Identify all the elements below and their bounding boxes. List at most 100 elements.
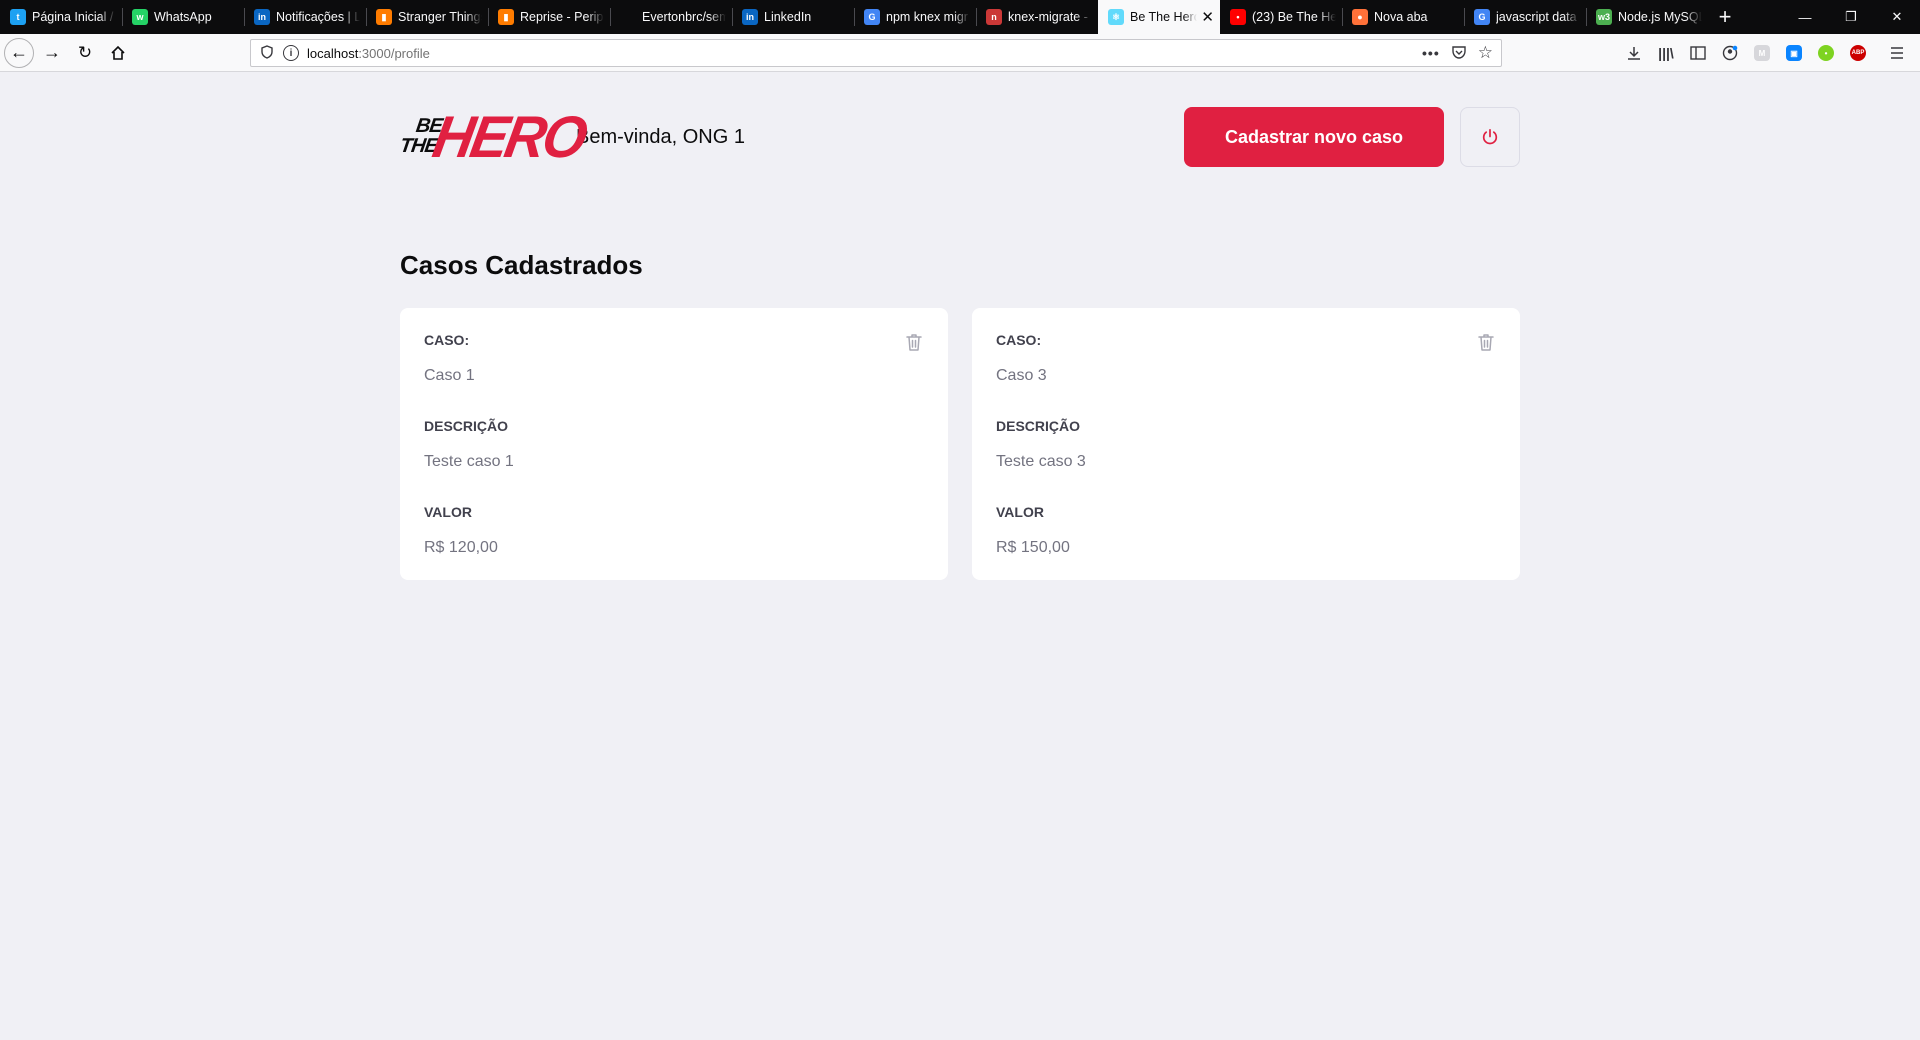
arrow-right-icon: → (43, 42, 61, 62)
browser-tab[interactable]: Gjavascript data (1464, 0, 1586, 34)
be-the-hero-logo: BE THE HERO (399, 103, 590, 169)
browser-tab-strip: t Página Inicial / w WhatsApp in Notificações… (0, 0, 1920, 34)
url-actions: ••• ☆ (1422, 43, 1493, 63)
window-controls: — ❐ ✕ (1782, 0, 1920, 34)
adblock-icon[interactable]: ABP (1842, 34, 1874, 72)
minimize-icon[interactable]: — (1782, 0, 1828, 34)
extension-green-icon[interactable]: • (1810, 34, 1842, 72)
case-list: CASO: Caso 1 DESCRIÇÃO Teste caso 1 VALO… (400, 308, 1520, 580)
account-icon[interactable] (1714, 34, 1746, 72)
address-bar[interactable]: i localhost:3000/profile ••• ☆ (250, 39, 1502, 67)
new-case-button[interactable]: Cadastrar novo caso (1184, 107, 1444, 167)
restore-icon[interactable]: ❐ (1828, 0, 1874, 34)
tab-title: LinkedIn (764, 10, 812, 24)
w3schools-icon: w3 (1596, 9, 1612, 25)
browser-tab[interactable]: w3 Node.js MySQL (1586, 0, 1708, 34)
description-label: DESCRIÇÃO (996, 418, 1081, 434)
case-description: Teste caso 3 (996, 453, 1086, 470)
toolbar-icons: |||\ M ▣ • ABP (1618, 34, 1920, 72)
forward-button[interactable]: → (37, 38, 67, 68)
menu-icon[interactable] (1874, 34, 1920, 72)
twitter-icon: t (10, 9, 26, 25)
tab-title: npm knex migr (886, 10, 968, 24)
browser-tab[interactable]: in LinkedIn (732, 0, 854, 34)
url-path: :3000/profile (358, 45, 430, 61)
page-title: Casos Cadastrados (400, 250, 643, 280)
firefox-icon: ● (1352, 9, 1368, 25)
bookmark-star-icon[interactable]: ☆ (1478, 43, 1493, 63)
close-window-icon[interactable]: ✕ (1874, 0, 1920, 34)
tab-title: Notificações | L (276, 10, 360, 24)
extension-m-icon[interactable]: M (1746, 34, 1778, 72)
value-label: VALOR (424, 504, 472, 520)
home-icon (111, 45, 125, 60)
browser-tab[interactable]: • (23) Be The Her (1220, 0, 1342, 34)
browser-tab[interactable]: ⚛ Be The Hero ✕ (1098, 0, 1220, 34)
case-label: CASO: (996, 332, 1042, 348)
logout-button[interactable] (1460, 107, 1520, 167)
browser-tab[interactable]: n knex-migrate - (976, 0, 1098, 34)
profile-page: BE THE HERO Bem-vinda, ONG 1 Cadastrar n… (0, 73, 1920, 1040)
youtube-icon: • (1230, 9, 1246, 25)
sidebar-icon[interactable] (1682, 34, 1714, 72)
tab-list: t Página Inicial / w WhatsApp in Notificações… (0, 0, 1708, 34)
page-actions-icon[interactable]: ••• (1422, 45, 1440, 61)
google-icon: G (1474, 9, 1490, 25)
github-icon (620, 9, 636, 25)
tab-title: Stranger Things (398, 10, 482, 24)
tab-title: Página Inicial / (32, 10, 114, 24)
trash-icon[interactable] (1476, 332, 1496, 352)
new-tab-button[interactable]: + (1708, 0, 1742, 34)
case-title: Caso 1 (424, 367, 475, 384)
linkedin-icon: in (742, 9, 758, 25)
welcome-message: Bem-vinda, ONG 1 (576, 125, 745, 148)
extension-blue-icon[interactable]: ▣ (1778, 34, 1810, 72)
browser-tab[interactable]: in Notificações | L (244, 0, 366, 34)
case-card: CASO: Caso 3 DESCRIÇÃO Teste caso 3 VALO… (972, 308, 1520, 580)
case-title: Caso 3 (996, 367, 1047, 384)
download-icon[interactable] (1618, 34, 1650, 72)
library-icon[interactable]: |||\ (1650, 34, 1682, 72)
browser-tab[interactable]: Gnpm knex migr (854, 0, 976, 34)
site-info-icon[interactable]: i (283, 45, 299, 61)
power-icon (1482, 128, 1498, 145)
description-label: DESCRIÇÃO (424, 418, 509, 434)
logo-hero-text: HERO (428, 103, 590, 170)
arrow-left-icon: ← (10, 42, 28, 62)
deezer-icon: ▮ (376, 9, 392, 25)
case-card: CASO: Caso 1 DESCRIÇÃO Teste caso 1 VALO… (400, 308, 948, 580)
browser-tab[interactable]: t Página Inicial / (0, 0, 122, 34)
case-value: R$ 150,00 (996, 539, 1070, 556)
npm-icon: n (986, 9, 1002, 25)
pocket-icon[interactable] (1452, 45, 1466, 62)
home-button[interactable] (103, 38, 133, 68)
tab-title: Evertonbrc/sem (642, 10, 726, 24)
browser-tab[interactable]: ● Nova aba (1342, 0, 1464, 34)
case-label: CASO: (424, 332, 470, 348)
browser-tab[interactable]: w WhatsApp (122, 0, 244, 34)
url-host: localhost (307, 45, 359, 61)
google-icon: G (864, 9, 880, 25)
reload-button[interactable]: ↻ (70, 38, 100, 68)
tab-title: javascript data (1496, 10, 1577, 24)
close-tab-icon[interactable]: ✕ (1201, 8, 1214, 26)
page-header: BE THE HERO Bem-vinda, ONG 1 Cadastrar n… (399, 103, 1520, 170)
tracking-shield-icon[interactable] (261, 44, 277, 62)
navigation-toolbar: ← → ↻ i localhost:3000/profile ••• ☆ |||… (0, 34, 1920, 72)
linkedin-icon: in (254, 9, 270, 25)
browser-tab[interactable]: Evertonbrc/sem (610, 0, 732, 34)
browser-tab[interactable]: ▮ Stranger Things (366, 0, 488, 34)
browser-tab[interactable]: ▮ Reprise - Periph (488, 0, 610, 34)
react-icon: ⚛ (1108, 9, 1124, 25)
value-label: VALOR (996, 504, 1044, 520)
tab-title: Reprise - Periph (520, 10, 604, 24)
tab-title: Node.js MySQL (1618, 10, 1702, 24)
case-value: R$ 120,00 (424, 539, 498, 556)
tab-title: (23) Be The Her (1252, 10, 1336, 24)
reload-icon: ↻ (77, 42, 93, 62)
tab-title: WhatsApp (154, 10, 212, 24)
whatsapp-icon: w (132, 9, 148, 25)
url-text[interactable]: localhost:3000/profile (307, 46, 430, 61)
trash-icon[interactable] (904, 332, 924, 352)
back-button[interactable]: ← (4, 37, 34, 68)
